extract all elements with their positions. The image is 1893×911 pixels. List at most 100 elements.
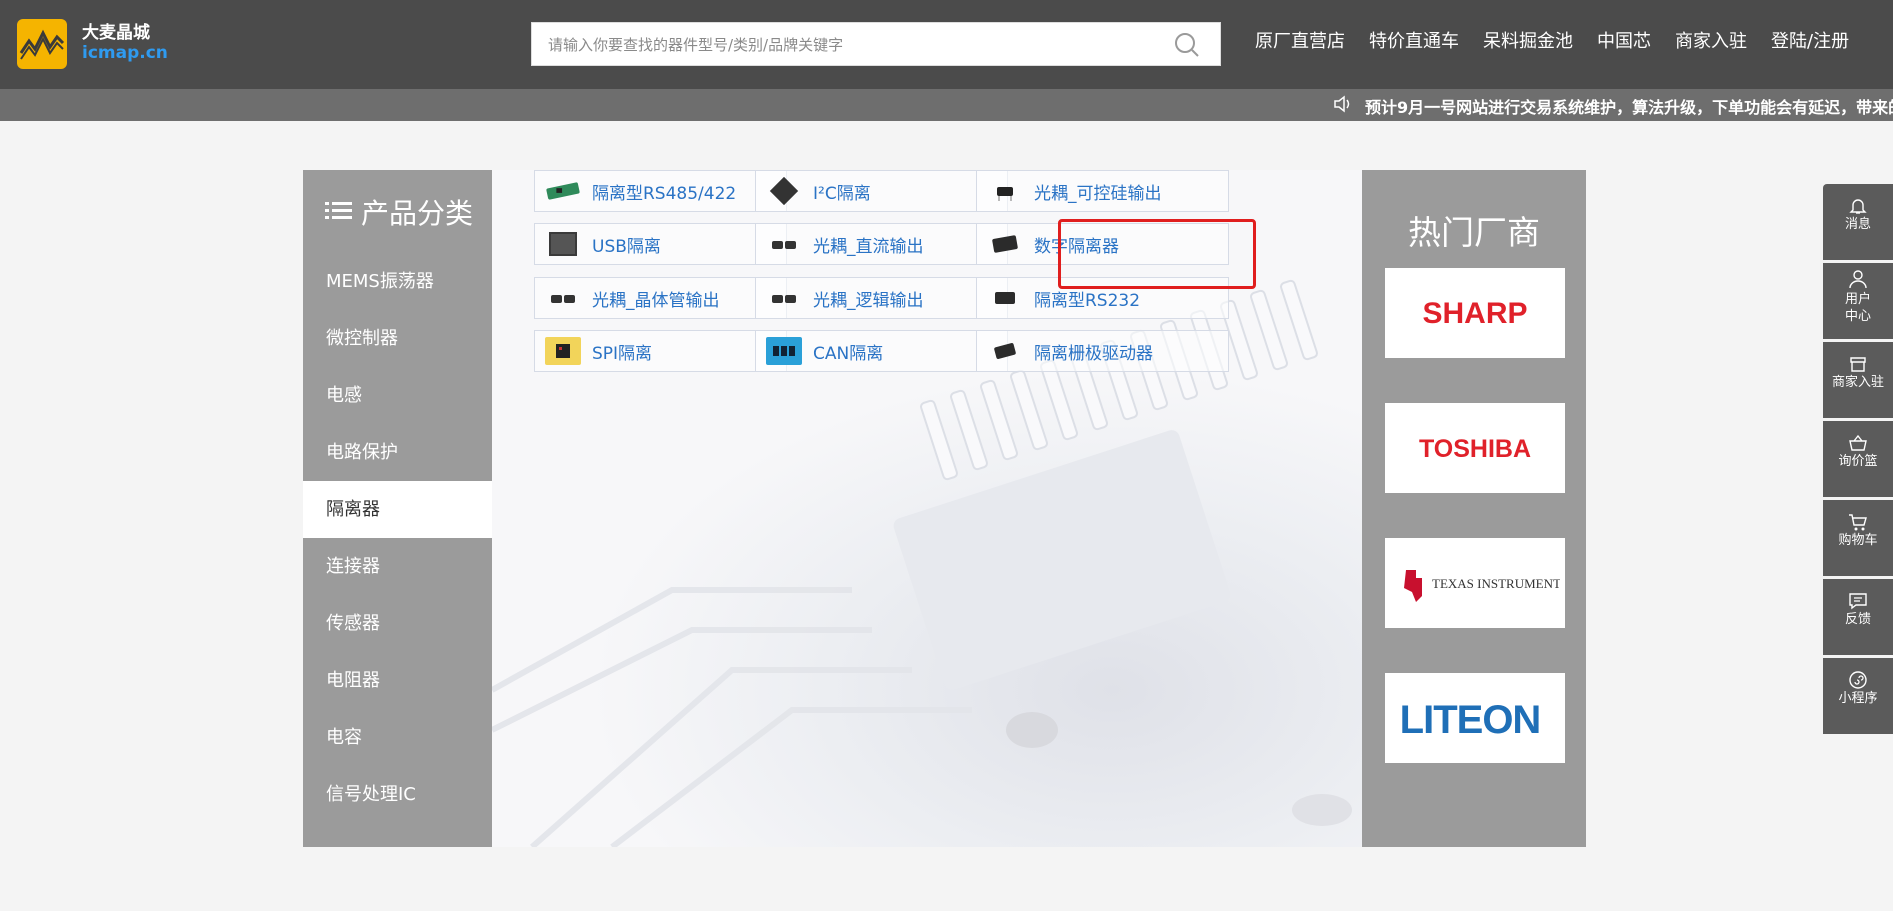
brand-toshiba[interactable]: TOSHIBA xyxy=(1385,403,1565,493)
basket-icon xyxy=(1849,434,1867,451)
liteon-logo: LITEON xyxy=(1400,698,1542,742)
search-icon[interactable] xyxy=(1174,32,1200,62)
nav-merchant-join[interactable]: 商家入驻 xyxy=(1675,27,1747,53)
category-item-signal-ic[interactable]: 信号处理IC xyxy=(303,766,492,823)
float-label: 用户中心 xyxy=(1844,292,1871,324)
brand-sidebar: 热门厂商 SHARP TOSHIBA TEXAS INSTRUMENTS LIT… xyxy=(1362,170,1586,847)
logo-cn-text: 大麦晶城 xyxy=(82,23,150,44)
category-item-circuit-protection[interactable]: 电路保护 xyxy=(303,424,492,481)
brand-liteon[interactable]: LITEON xyxy=(1385,673,1565,763)
subcategory-label: SPI隔离 xyxy=(592,343,653,364)
cart-icon xyxy=(1849,514,1867,531)
category-item-inductor[interactable]: 电感 xyxy=(303,367,492,424)
sharp-logo: SHARP xyxy=(1422,297,1527,330)
float-label: 小程序 xyxy=(1838,691,1878,706)
top-header: 大麦晶城 icmap.cn 原厂直营店 特价直通车 呆料掘金池 中国芯 商家入驻… xyxy=(0,0,1893,89)
green-board-icon xyxy=(545,177,581,205)
float-label: 反馈 xyxy=(1844,612,1871,627)
optocoupler-icon xyxy=(766,284,802,312)
subcategory-label: USB隔离 xyxy=(592,236,661,257)
subcategory-label: I²C隔离 xyxy=(813,183,871,204)
brand-name: LITEON xyxy=(1400,698,1541,742)
category-item-sensor[interactable]: 传感器 xyxy=(303,595,492,652)
category-item-capacitor[interactable]: 电容 xyxy=(303,709,492,766)
subcategory-label: 光耦_直流输出 xyxy=(813,236,924,257)
category-item-mcu[interactable]: 微控制器 xyxy=(303,310,492,367)
float-user-center[interactable]: 用户中心 xyxy=(1823,263,1893,339)
ti-logo: TEXAS INSTRUMENTS xyxy=(1404,570,1560,602)
subcategory-spi[interactable]: SPI隔离 xyxy=(534,330,787,372)
optocoupler-icon xyxy=(545,284,581,312)
float-feedback[interactable]: 反馈 xyxy=(1823,579,1893,655)
float-merchant[interactable]: 商家入驻 xyxy=(1823,342,1893,418)
logo-domain-text: icmap.cn xyxy=(82,43,168,63)
float-message[interactable]: 消息 xyxy=(1823,184,1893,260)
subcategory-i2c[interactable]: I²C隔离 xyxy=(755,170,1008,212)
category-item-isolator[interactable]: 隔离器 xyxy=(303,481,492,538)
toshiba-logo: TOSHIBA xyxy=(1419,435,1531,463)
store-icon xyxy=(1850,357,1866,372)
float-inquiry-basket[interactable]: 询价篮 xyxy=(1823,421,1893,497)
list-menu-icon xyxy=(325,196,353,229)
feedback-icon xyxy=(1849,593,1867,610)
subcategory-usb[interactable]: USB隔离 xyxy=(534,223,787,265)
brand-name: SHARP xyxy=(1422,297,1527,330)
spi-chip-icon xyxy=(545,337,581,365)
can-chip-icon xyxy=(766,337,802,365)
subcategory-opto-transistor[interactable]: 光耦_晶体管输出 xyxy=(534,277,787,319)
search-box xyxy=(531,22,1221,67)
nav-factory-store[interactable]: 原厂直营店 xyxy=(1255,27,1345,53)
notice-text: 预计9月一号网站进行交易系统维护，算法升级，下单功能会有延迟，带来的 xyxy=(1365,98,1893,117)
brand-texas-instruments[interactable]: TEXAS INSTRUMENTS xyxy=(1385,538,1565,628)
float-label: 商家入驻 xyxy=(1831,375,1884,390)
subcategory-opto-logic[interactable]: 光耦_逻辑输出 xyxy=(755,277,1008,319)
subcategory-opto-dc[interactable]: 光耦_直流输出 xyxy=(755,223,1008,265)
nav-special-price[interactable]: 特价直通车 xyxy=(1369,27,1459,53)
notice-bar: 预计9月一号网站进行交易系统维护，算法升级，下单功能会有延迟，带来的 xyxy=(0,89,1893,121)
category-sidebar: 产品分类 MEMS振荡器 微控制器 电感 电路保护 隔离器 连接器 传感器 电阻… xyxy=(303,170,492,847)
brand-sharp[interactable]: SHARP xyxy=(1385,268,1565,358)
float-label: 购物车 xyxy=(1838,533,1878,548)
subcategory-label: CAN隔离 xyxy=(813,343,884,364)
bell-icon xyxy=(1849,199,1867,214)
subcategory-label: 隔离栅极驱动器 xyxy=(1034,343,1153,364)
float-cart[interactable]: 购物车 xyxy=(1823,500,1893,576)
search-input[interactable] xyxy=(532,23,1170,67)
optocoupler-icon xyxy=(766,230,802,258)
speaker-icon xyxy=(1333,95,1353,117)
optocoupler-icon xyxy=(987,177,1023,205)
selection-highlight-box xyxy=(1058,219,1256,289)
category-item-connector[interactable]: 连接器 xyxy=(303,538,492,595)
site-logo[interactable]: 大麦晶城 icmap.cn xyxy=(17,19,168,69)
brand-name: TEXAS INSTRUMENTS xyxy=(1432,576,1560,591)
mini-program-icon xyxy=(1849,671,1867,689)
top-nav: 原厂直营店 特价直通车 呆料掘金池 中国芯 商家入驻 登陆/注册 xyxy=(1255,27,1873,53)
subcategory-gate-driver[interactable]: 隔离栅极驱动器 xyxy=(976,330,1229,372)
chip-icon xyxy=(766,177,802,205)
float-label: 询价篮 xyxy=(1838,454,1878,469)
user-icon xyxy=(1849,270,1867,289)
subcategory-rs485[interactable]: 隔离型RS485/422 xyxy=(534,170,787,212)
brand-title: 热门厂商 xyxy=(1408,213,1540,252)
category-item-mems[interactable]: MEMS振荡器 xyxy=(303,253,492,310)
brand-name: TOSHIBA xyxy=(1419,435,1531,463)
subcategory-label: 光耦_逻辑输出 xyxy=(813,290,924,311)
subcategory-label: 光耦_可控硅输出 xyxy=(1034,183,1162,204)
subcategory-label: 隔离型RS485/422 xyxy=(592,183,737,204)
float-label: 消息 xyxy=(1844,217,1871,232)
subcategory-label: 光耦_晶体管输出 xyxy=(592,290,720,311)
category-item-resistor[interactable]: 电阻器 xyxy=(303,652,492,709)
float-mini-program[interactable]: 小程序 xyxy=(1823,658,1893,734)
subcategory-label: 隔离型RS232 xyxy=(1034,290,1141,311)
nav-stock-pool[interactable]: 呆料掘金池 xyxy=(1483,27,1573,53)
category-panel: 产品分类 MEMS振荡器 微控制器 电感 电路保护 隔离器 连接器 传感器 电阻… xyxy=(303,170,1586,847)
nav-login-register[interactable]: 登陆/注册 xyxy=(1771,27,1849,53)
soic-chip-icon xyxy=(987,337,1023,365)
logo-mark-icon xyxy=(17,19,67,69)
chip-icon xyxy=(987,284,1023,312)
nav-china-chip[interactable]: 中国芯 xyxy=(1597,27,1651,53)
subcategory-opto-scr[interactable]: 光耦_可控硅输出 xyxy=(976,170,1229,212)
subcategory-can[interactable]: CAN隔离 xyxy=(755,330,1008,372)
soic-chip-icon xyxy=(987,230,1023,258)
category-title: 产品分类 xyxy=(361,197,474,230)
